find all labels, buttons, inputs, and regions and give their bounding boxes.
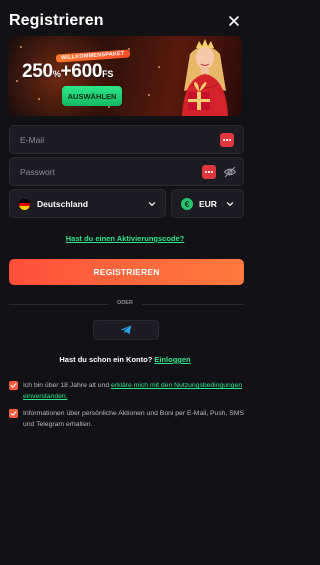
or-label: ODER (117, 300, 133, 306)
promo-woman-illustration (182, 39, 228, 116)
currency-value: EUR (199, 199, 217, 209)
password-field-wrapper (9, 157, 244, 186)
checkmark-icon (10, 411, 17, 416)
age-terms-checkbox[interactable] (9, 381, 18, 390)
country-value: Deutschland (37, 199, 89, 209)
telegram-icon (120, 325, 132, 335)
or-divider: ODER (0, 300, 250, 310)
page-title: Registrieren (9, 12, 104, 29)
euro-icon: € (181, 198, 193, 210)
bonus-amount: 250%+600FS (22, 61, 114, 82)
register-button[interactable]: REGISTRIEREN (9, 259, 244, 285)
currency-select[interactable]: € EUR (171, 189, 244, 218)
close-icon (229, 16, 239, 26)
checkmark-icon (10, 383, 17, 388)
chevron-down-icon (226, 202, 234, 207)
password-field[interactable] (20, 164, 200, 180)
country-select[interactable]: Deutschland (9, 189, 166, 218)
login-link[interactable]: Einloggen (154, 355, 190, 364)
marketing-consent-text: Informationen über persönliche Aktionen … (23, 410, 245, 428)
welcome-bonus-banner: WILLKOMMENSPAKET 250%+600FS AUSWÄHLEN (8, 36, 242, 116)
login-prompt: Hast du schon ein Konto? Einloggen (59, 355, 191, 364)
chevron-down-icon (148, 202, 156, 207)
activation-code-link[interactable]: Hast du einen Aktivierungscode? (0, 234, 250, 243)
germany-flag-icon (19, 199, 30, 210)
email-field-wrapper (9, 125, 244, 154)
hide-password-icon[interactable] (223, 165, 237, 179)
age-terms-text: Ich bin über 18 Jahre alt und erkläre mi… (23, 382, 243, 400)
select-bonus-button[interactable]: AUSWÄHLEN (62, 86, 122, 106)
password-manager-icon[interactable] (220, 133, 234, 147)
telegram-login-button[interactable] (93, 320, 159, 340)
marketing-consent-checkbox[interactable] (9, 409, 18, 418)
password-manager-icon[interactable] (202, 165, 216, 179)
close-button[interactable] (225, 12, 243, 30)
email-field[interactable] (20, 132, 200, 148)
